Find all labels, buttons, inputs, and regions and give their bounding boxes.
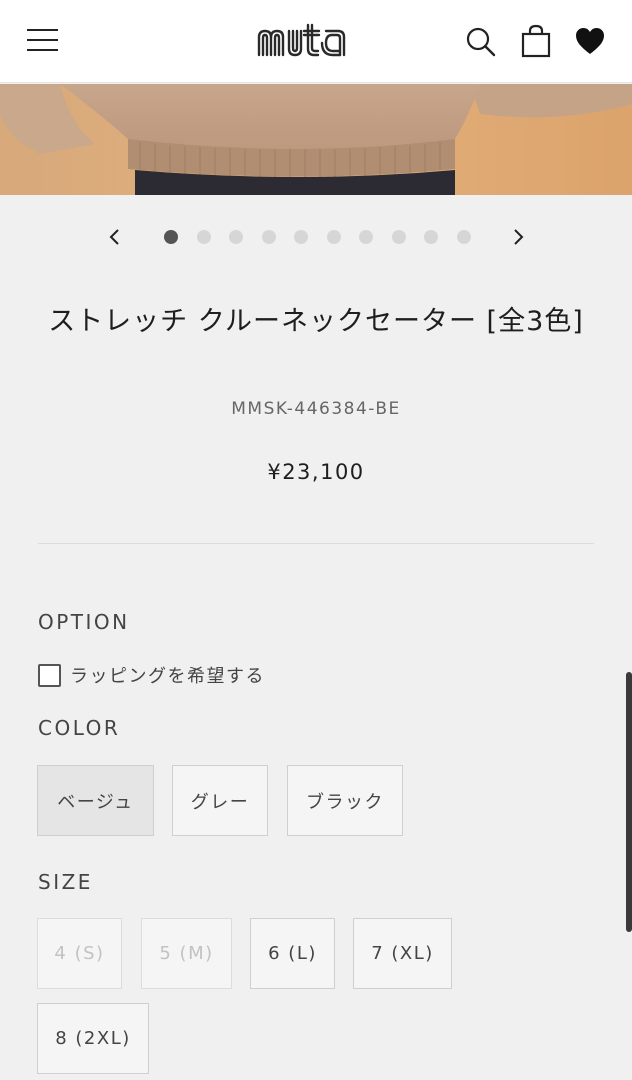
carousel-dot[interactable] xyxy=(424,230,438,244)
size-option-6l[interactable]: 6 (L) xyxy=(250,918,335,989)
carousel-next-button[interactable] xyxy=(505,224,531,250)
size-section-label: SIZE xyxy=(38,870,93,894)
carousel-dot[interactable] xyxy=(294,230,308,244)
carousel-dot[interactable] xyxy=(391,230,406,244)
carousel-dot[interactable] xyxy=(261,230,276,244)
carousel-dots xyxy=(164,230,471,244)
size-option-5m[interactable]: 5 (M) xyxy=(141,918,232,989)
scrollbar[interactable] xyxy=(626,672,632,932)
carousel-dot[interactable] xyxy=(456,230,471,244)
carousel-dot[interactable] xyxy=(196,230,211,244)
option-section-label: OPTION xyxy=(38,610,130,634)
hamburger-menu-icon[interactable] xyxy=(27,28,59,52)
carousel-dot[interactable] xyxy=(359,230,373,244)
product-image[interactable] xyxy=(0,84,632,195)
color-option-beige[interactable]: ベージュ xyxy=(37,765,154,836)
color-option-gray[interactable]: グレー xyxy=(172,765,268,836)
size-option-4s[interactable]: 4 (S) xyxy=(37,918,122,989)
chevron-left-icon xyxy=(109,229,119,245)
carousel-dot[interactable] xyxy=(326,230,341,244)
product-title: ストレッチ クルーネックセーター [全3色] xyxy=(48,306,584,337)
product-sku: MMSK-446384-BE xyxy=(231,399,401,419)
carousel-dot[interactable] xyxy=(164,230,178,244)
shopping-bag-icon[interactable] xyxy=(520,24,552,58)
color-option-black[interactable]: ブラック xyxy=(287,765,403,836)
color-section-label: COLOR xyxy=(38,716,121,740)
muta-logo[interactable] xyxy=(256,22,376,62)
chevron-right-icon xyxy=(514,229,524,245)
size-option-8-2xl[interactable]: 8 (2XL) xyxy=(37,1003,149,1074)
product-price: ¥23,100 xyxy=(267,460,365,484)
divider xyxy=(38,543,594,544)
size-option-7xl[interactable]: 7 (XL) xyxy=(353,918,452,989)
heart-icon[interactable] xyxy=(574,26,606,56)
carousel-prev-button[interactable] xyxy=(102,224,128,250)
wrapping-checkbox[interactable] xyxy=(38,663,61,687)
search-icon[interactable] xyxy=(465,26,497,58)
carousel-dot[interactable] xyxy=(229,230,243,244)
wrapping-option[interactable]: ラッピングを希望する xyxy=(38,660,265,690)
wrapping-label[interactable]: ラッピングを希望する xyxy=(70,662,265,688)
site-header xyxy=(0,0,632,83)
